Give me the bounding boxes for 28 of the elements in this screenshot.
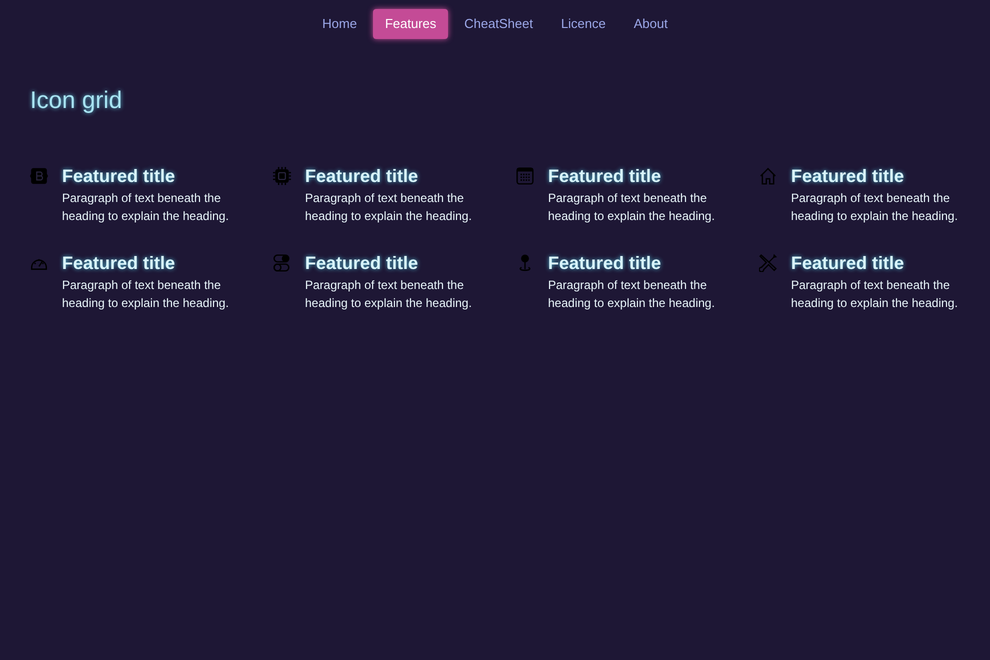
feature-text: Paragraph of text beneath the heading to explain the heading. — [791, 277, 959, 312]
tools-icon — [759, 254, 777, 272]
chip-icon — [273, 167, 291, 185]
feature-text: Paragraph of text beneath the heading to explain the heading. — [791, 190, 959, 225]
house-icon — [759, 167, 777, 185]
feature-text: Paragraph of text beneath the heading to explain the heading. — [548, 277, 716, 312]
nav-tab[interactable]: Home — [310, 9, 369, 39]
feature-title: Featured title — [548, 165, 662, 188]
toggles-icon — [273, 254, 291, 272]
feature-title: Featured title — [62, 252, 176, 275]
feature-title: Featured title — [305, 165, 420, 188]
b-logo-icon — [30, 167, 48, 185]
feature-text: Paragraph of text beneath the heading to explain the heading. — [62, 190, 230, 225]
calendar-icon — [516, 167, 534, 185]
nav-tab[interactable]: About — [622, 9, 680, 39]
page-heading: Icon grid — [30, 87, 124, 115]
nav-tab[interactable]: Features — [372, 9, 448, 39]
nav-tab[interactable]: CheatSheet — [452, 9, 545, 39]
feature-title: Featured title — [791, 165, 906, 188]
feature-title: Featured title — [791, 252, 906, 275]
feature-text: Paragraph of text beneath the heading to explain the heading. — [548, 190, 716, 225]
nav-tab[interactable]: Licence — [548, 9, 618, 39]
feature-title: Featured title — [305, 252, 420, 275]
feature-text: Paragraph of text beneath the heading to explain the heading. — [62, 277, 230, 312]
feature-title: Featured title — [548, 252, 662, 275]
feature-title: Featured title — [62, 165, 176, 188]
feature-text: Paragraph of text beneath the heading to explain the heading. — [305, 277, 473, 312]
feature-text: Paragraph of text beneath the heading to explain the heading. — [305, 190, 473, 225]
